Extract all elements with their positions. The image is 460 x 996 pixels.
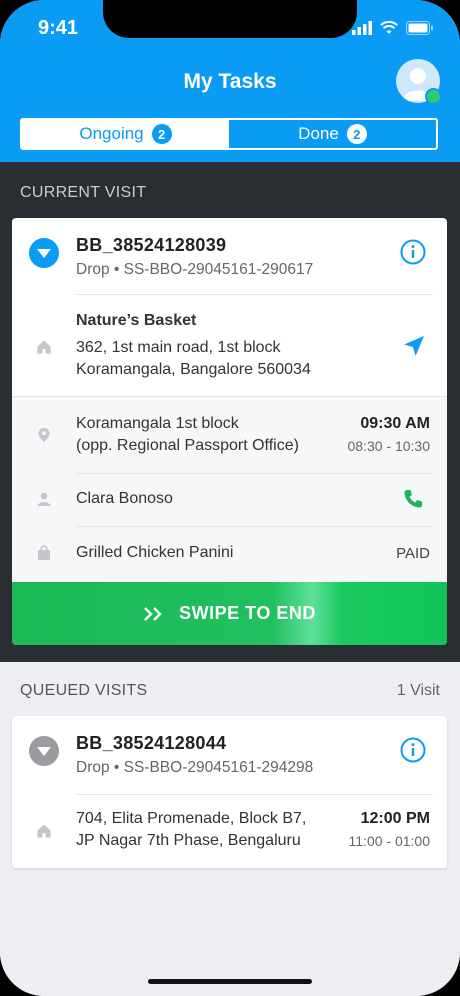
customer-name: Clara Bonoso — [76, 490, 173, 507]
payment-status: PAID — [396, 545, 430, 562]
navigation-arrow-icon[interactable] — [403, 335, 425, 357]
queued-visit-count: 1 Visit — [396, 682, 440, 699]
task-tabs: Ongoing 2 Done 2 — [20, 118, 438, 150]
queued-visit-card[interactable]: BB_38524128044 Drop • SS-BBO-29045161-29… — [12, 716, 447, 868]
divider — [76, 526, 433, 527]
page-title: My Tasks — [183, 70, 277, 93]
tab-done[interactable]: Done 2 — [229, 120, 436, 148]
chevron-down-icon — [37, 248, 51, 258]
drop-location-line2: (opp. Regional Passport Office) — [76, 437, 299, 454]
order-subtitle: Drop • SS-BBO-29045161-290617 — [76, 261, 314, 278]
collapse-toggle[interactable] — [29, 238, 59, 268]
divider — [76, 794, 433, 795]
wifi-icon — [380, 21, 398, 34]
store-name: Nature’s Basket — [76, 312, 197, 329]
drop-time-window: 08:30 - 10:30 — [347, 438, 430, 454]
status-time: 9:41 — [38, 17, 79, 39]
order-id: BB_38524128039 — [76, 235, 227, 255]
queued-address-line1: 704, Elita Promenade, Block B7, — [76, 810, 307, 827]
expand-toggle[interactable] — [29, 736, 59, 766]
divider — [76, 473, 433, 474]
queued-time: 12:00 PM — [360, 810, 430, 827]
queued-visits-heading: QUEUED VISITS — [20, 682, 148, 699]
online-status-dot — [425, 88, 442, 105]
order-item: Grilled Chicken Panini — [76, 544, 234, 561]
phone-screen: 9:41 My Tasks Ongoing 2 Done 2 CURRENT V… — [0, 0, 460, 996]
swipe-to-end-button[interactable]: SWIPE TO END — [12, 582, 447, 645]
swipe-label: SWIPE TO END — [179, 603, 316, 623]
app-header: 9:41 My Tasks Ongoing 2 Done 2 — [0, 0, 460, 162]
queued-time-window: 11:00 - 01:00 — [348, 833, 430, 849]
shopping-bag-icon — [38, 545, 50, 560]
divider — [76, 294, 433, 295]
current-visit-card: BB_38524128039 Drop • SS-BBO-29045161-29… — [12, 218, 447, 645]
store-address-line2: Koramangala, Bangalore 560034 — [76, 361, 311, 378]
drop-location-line1: Koramangala 1st block — [76, 415, 239, 432]
device-notch — [103, 0, 357, 38]
info-icon[interactable] — [400, 239, 426, 265]
tab-ongoing-count-badge: 2 — [151, 124, 172, 144]
queued-address-line2: JP Nagar 7th Phase, Bengaluru — [76, 832, 301, 849]
queued-visits-section: QUEUED VISITS 1 Visit BB_38524128044 Dro… — [0, 662, 460, 996]
current-visit-heading: CURRENT VISIT — [20, 184, 147, 201]
order-id: BB_38524128044 — [76, 733, 227, 753]
tab-done-label: Done — [298, 124, 339, 143]
tab-ongoing-label: Ongoing — [79, 124, 144, 143]
tab-ongoing[interactable]: Ongoing 2 — [22, 120, 229, 148]
person-icon — [37, 492, 51, 506]
drop-time: 09:30 AM — [360, 415, 430, 432]
location-pin-icon — [38, 428, 50, 442]
status-icons — [352, 18, 434, 38]
order-subtitle: Drop • SS-BBO-29045161-294298 — [76, 759, 314, 776]
home-icon — [37, 340, 51, 354]
info-icon[interactable] — [400, 737, 426, 763]
chevron-down-icon — [37, 746, 51, 756]
battery-icon — [406, 21, 433, 35]
double-chevron-right-icon — [144, 606, 162, 621]
home-icon — [37, 824, 51, 838]
phone-call-icon[interactable] — [402, 488, 424, 510]
home-indicator — [148, 979, 312, 984]
current-visit-section: CURRENT VISIT BB_38524128039 Drop • SS-B… — [0, 162, 460, 662]
store-address-line1: 362, 1st main road, 1st block — [76, 339, 281, 356]
signal-icon — [352, 21, 372, 35]
tab-done-count-badge: 2 — [346, 124, 367, 144]
